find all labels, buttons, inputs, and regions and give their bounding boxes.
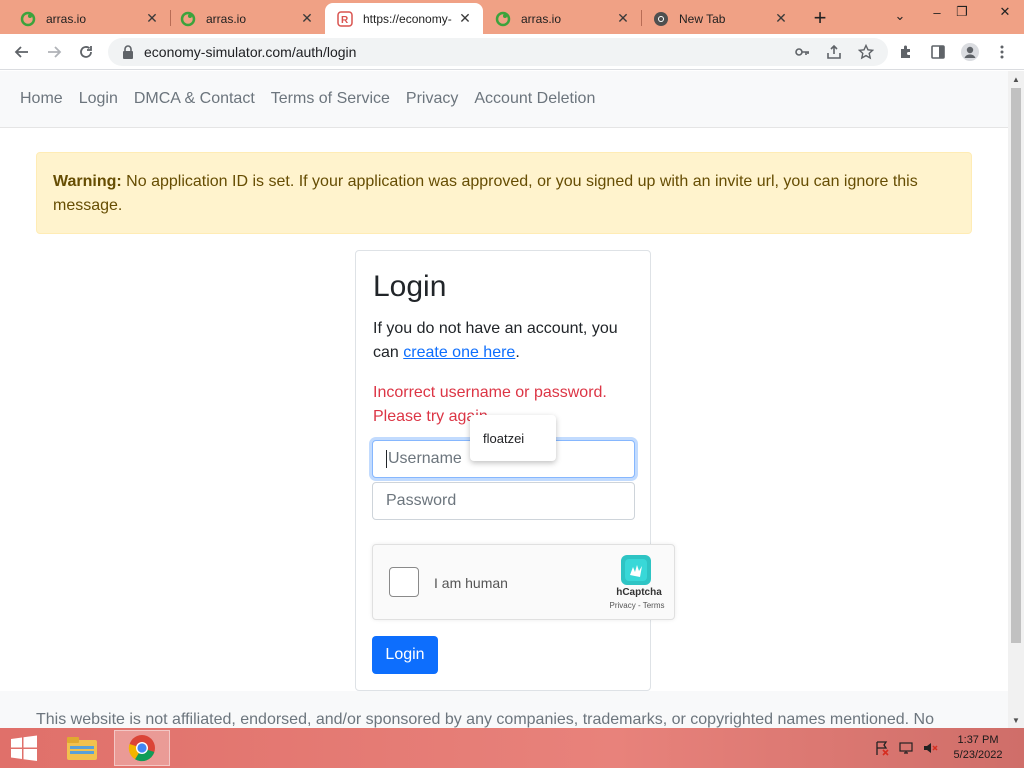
chrome-taskbar-icon[interactable] <box>114 730 170 766</box>
page-scrollbar[interactable]: ▲ ▼ <box>1008 71 1024 728</box>
alert-message: No application ID is set. If your applic… <box>53 173 918 214</box>
tab-title: arras.io <box>46 11 87 26</box>
reload-icon[interactable] <box>74 40 98 64</box>
footer-disclaimer: This website is not affiliated, endorsed… <box>36 711 934 728</box>
login-submit-button[interactable]: Login <box>372 636 438 674</box>
close-icon[interactable]: ✕ <box>615 10 631 27</box>
file-explorer-icon[interactable] <box>54 730 110 766</box>
nav-login[interactable]: Login <box>79 90 118 108</box>
tab-arras-3[interactable]: arras.io ✕ <box>483 3 641 34</box>
network-icon[interactable] <box>898 740 914 756</box>
text-caret <box>386 450 387 468</box>
tab-arras-1[interactable]: arras.io ✕ <box>8 3 170 34</box>
tab-title: https://economy- <box>363 11 452 26</box>
scroll-thumb[interactable] <box>1011 88 1021 643</box>
share-icon[interactable] <box>822 40 846 64</box>
username-placeholder: Username <box>388 450 462 467</box>
close-window-button[interactable]: ✕ <box>990 0 1020 24</box>
tab-economy-active[interactable]: R https://economy- ✕ <box>325 3 483 34</box>
arras-favicon-icon <box>180 11 196 26</box>
star-icon[interactable] <box>854 40 878 64</box>
lock-icon <box>123 45 133 59</box>
signup-prompt: If you do not have an account, you can c… <box>373 317 633 365</box>
extensions-icon[interactable] <box>894 40 918 64</box>
economy-favicon-icon: R <box>337 10 353 27</box>
key-icon[interactable] <box>790 40 814 64</box>
warning-alert: Warning: No application ID is set. If yo… <box>36 152 972 234</box>
captcha-terms-link[interactable]: Privacy - Terms <box>607 601 667 610</box>
password-placeholder: Password <box>386 492 457 509</box>
password-input[interactable]: Password <box>372 482 635 520</box>
tab-title: New Tab <box>679 11 726 26</box>
login-title: Login <box>373 270 447 303</box>
menu-icon[interactable] <box>990 40 1014 64</box>
windows-start-icon[interactable] <box>8 734 40 762</box>
nav-home[interactable]: Home <box>20 90 63 108</box>
close-icon[interactable]: ✕ <box>773 10 789 27</box>
captcha-checkbox[interactable] <box>389 567 419 597</box>
profile-icon[interactable] <box>958 40 982 64</box>
taskbar-clock[interactable]: 1:37 PM 5/23/2022 <box>948 733 1008 763</box>
create-account-link[interactable]: create one here <box>403 344 515 361</box>
scroll-down-icon[interactable]: ▼ <box>1008 712 1024 728</box>
chrome-favicon-icon <box>654 11 668 26</box>
clock-date: 5/23/2022 <box>953 749 1003 761</box>
svg-text:R: R <box>341 15 349 26</box>
tab-new-tab[interactable]: New Tab ✕ <box>641 3 799 34</box>
clock-time: 1:37 PM <box>957 734 999 746</box>
scroll-up-icon[interactable]: ▲ <box>1008 71 1024 87</box>
action-center-flag-icon[interactable] <box>874 740 890 756</box>
tab-arras-2[interactable]: arras.io ✕ <box>168 3 325 34</box>
site-navbar: Home Login DMCA & Contact Terms of Servi… <box>0 71 1008 128</box>
close-icon[interactable]: ✕ <box>144 10 160 27</box>
nav-privacy[interactable]: Privacy <box>406 90 458 108</box>
nav-dmca-contact[interactable]: DMCA & Contact <box>134 90 255 108</box>
windows-taskbar: 1:37 PM 5/23/2022 <box>0 728 1024 768</box>
arras-favicon-icon <box>20 11 36 26</box>
browser-toolbar: economy-simulator.com/auth/login <box>0 34 1024 70</box>
autofill-suggestion[interactable]: floatzei <box>470 415 556 461</box>
tab-search-chevron-icon[interactable]: ⌄ <box>885 4 915 28</box>
arras-favicon-icon <box>495 11 511 26</box>
nav-account-deletion[interactable]: Account Deletion <box>474 90 595 108</box>
captcha-label: I am human <box>434 575 508 591</box>
site-footer: This website is not affiliated, endorsed… <box>0 691 1008 728</box>
restore-button[interactable]: ❐ <box>947 0 977 24</box>
tab-strip: arras.io ✕ arras.io ✕ R https://economy-… <box>0 0 1024 34</box>
new-tab-button[interactable]: + <box>808 5 832 30</box>
back-icon[interactable] <box>10 40 34 64</box>
nav-terms-of-service[interactable]: Terms of Service <box>271 90 390 108</box>
hcaptcha-logo-icon <box>621 555 651 585</box>
tab-title: arras.io <box>521 11 562 26</box>
url-text: economy-simulator.com/auth/login <box>144 44 357 60</box>
signup-prompt-suffix: . <box>515 344 520 361</box>
login-card: Login If you do not have an account, you… <box>355 250 675 691</box>
alert-label: Warning: <box>53 173 122 190</box>
tab-title: arras.io <box>206 11 247 26</box>
close-icon[interactable]: ✕ <box>457 10 473 27</box>
page-viewport: Home Login DMCA & Contact Terms of Servi… <box>0 71 1008 728</box>
hcaptcha-widget: I am human hCaptcha Privacy - Terms <box>372 544 675 620</box>
captcha-brand: hCaptcha <box>616 587 662 598</box>
volume-muted-icon[interactable] <box>922 740 938 756</box>
forward-icon[interactable] <box>42 40 66 64</box>
close-icon[interactable]: ✕ <box>299 10 315 27</box>
sidepanel-icon[interactable] <box>926 40 950 64</box>
address-bar[interactable]: economy-simulator.com/auth/login <box>108 38 888 66</box>
